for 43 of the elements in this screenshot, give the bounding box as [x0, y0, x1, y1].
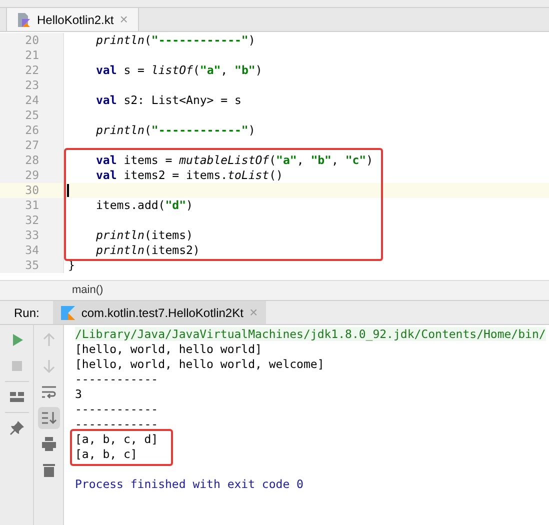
editor-tab[interactable]: HelloKotlin2.kt × — [6, 8, 139, 31]
code-line: val items = mutableListOf("a", "b", "c") — [95, 153, 374, 168]
line-number: 24 — [0, 93, 64, 108]
line-number: 26 — [0, 123, 64, 138]
line-number: 22 — [0, 63, 64, 78]
code-line: println("------------") — [95, 33, 256, 48]
console-line: ------------ — [75, 417, 158, 431]
code-line: val s2: List<Any> = s — [95, 93, 242, 108]
line-number: 29 — [0, 168, 64, 183]
code-line: items.add("d") — [95, 198, 193, 213]
code-line: println(items2) — [95, 243, 200, 258]
structure-path[interactable]: main() — [72, 282, 104, 299]
code-line: val s = listOf("a", "b") — [95, 63, 262, 78]
console-line: ------------ — [75, 372, 158, 386]
console-line: ------------ — [75, 402, 158, 416]
console-line: Process finished with exit code 0 — [75, 477, 304, 491]
line-number: 35 — [0, 258, 64, 273]
line-number: 32 — [0, 213, 64, 228]
console-line: [hello, world, hello world] — [75, 342, 262, 356]
line-number: 23 — [0, 78, 64, 93]
tab-label: com.kotlin.test7.HelloKotlin2Kt — [81, 304, 244, 322]
line-number: 31 — [0, 198, 64, 213]
run-tab[interactable]: com.kotlin.test7.HelloKotlin2Kt × — [53, 301, 266, 324]
code-line: println("------------") — [95, 123, 256, 138]
line-number: 20 — [0, 33, 64, 48]
line-number: 28 — [0, 153, 64, 168]
line-number: 34 — [0, 243, 64, 258]
console-line: [hello, world, hello world, welcome] — [75, 357, 324, 371]
kotlin-icon — [61, 306, 76, 320]
scroll-to-end-icon[interactable] — [38, 407, 60, 429]
text-cursor — [67, 184, 69, 197]
tab-label: HelloKotlin2.kt — [37, 12, 114, 28]
run-label: Run: — [13, 304, 40, 322]
console-line: [a, b, c, d] — [75, 432, 158, 446]
console-line: 3 — [75, 387, 82, 401]
code-line: val items2 = items.toList() — [95, 168, 283, 183]
line-number: 25 — [0, 108, 64, 123]
line-number: 33 — [0, 228, 64, 243]
kotlin-file-icon — [17, 12, 31, 28]
line-number: 21 — [0, 48, 64, 63]
console-line: [a, b, c] — [75, 447, 138, 461]
line-number: 27 — [0, 138, 64, 153]
code-line: println(items) — [95, 228, 193, 243]
